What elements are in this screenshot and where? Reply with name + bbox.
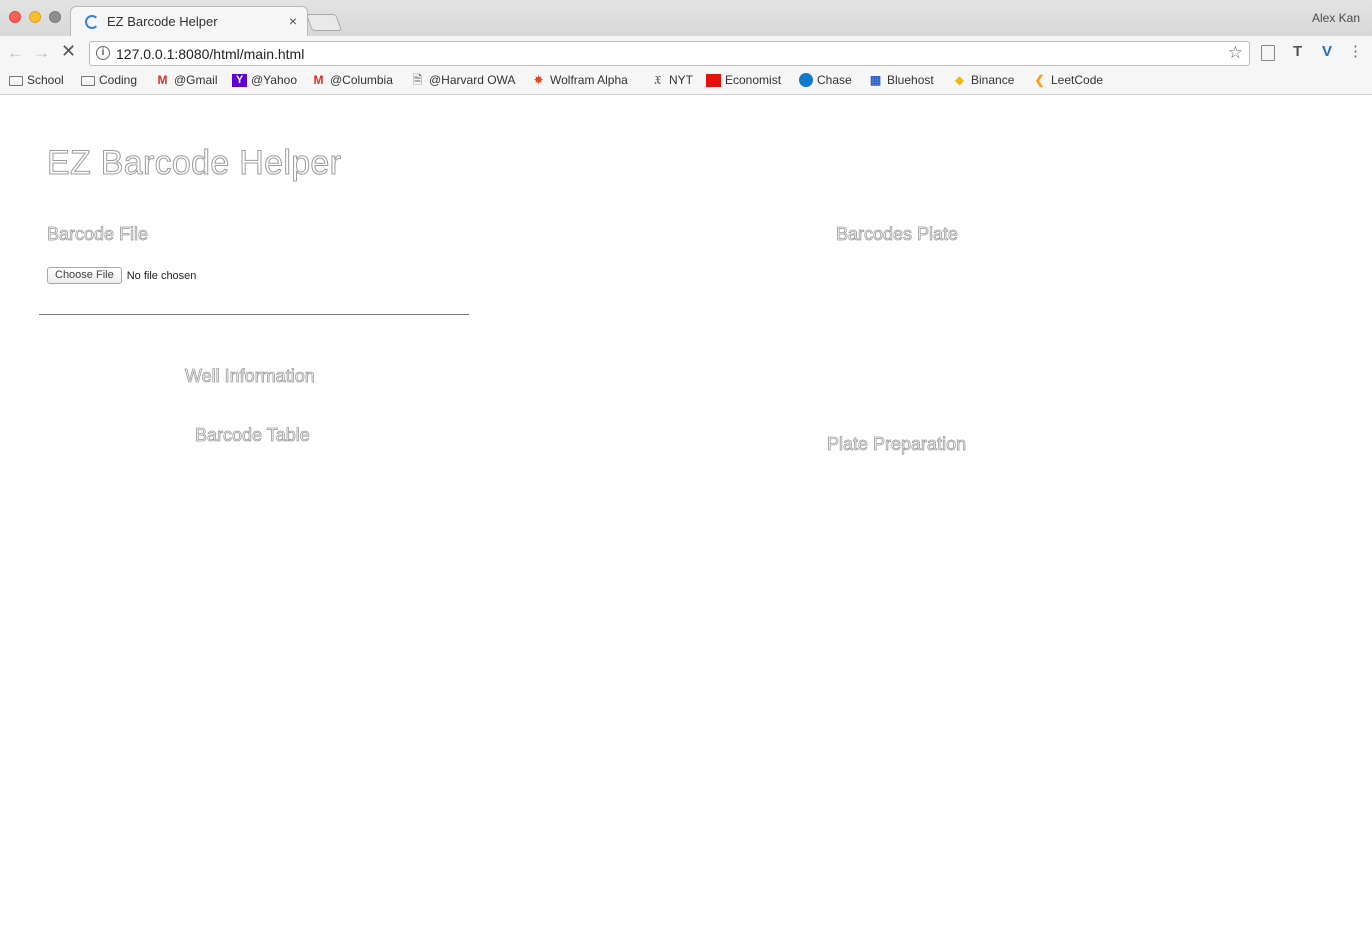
wolfram-icon: ✸ <box>533 72 544 87</box>
plate-preparation-heading: Plate Preparation <box>827 434 967 455</box>
bookmark-label: Wolfram Alpha <box>550 73 628 87</box>
barcodes-plate-heading: Barcodes Plate <box>836 224 959 245</box>
new-tab-button[interactable] <box>305 14 343 31</box>
page-content: EZ Barcode Helper Barcode File Choose Fi… <box>0 96 1372 930</box>
section-divider <box>39 314 469 315</box>
bookmark-label: NYT <box>669 73 693 87</box>
profile-name[interactable]: Alex Kan <box>1312 11 1360 25</box>
well-information-heading: Well Information <box>185 366 316 387</box>
bookmark-label: School <box>27 73 64 87</box>
barcode-file-input[interactable]: Choose File No file chosen <box>47 267 196 284</box>
bookmark-chase[interactable]: Chase <box>799 73 852 87</box>
bookmark-columbia[interactable]: M @Columbia <box>311 73 393 87</box>
bookmark-wolfram-alpha[interactable]: ✸ Wolfram Alpha <box>531 72 628 87</box>
browser-tab-active[interactable]: EZ Barcode Helper × <box>70 6 308 37</box>
bookmark-label: @Harvard OWA <box>429 73 516 87</box>
bookmark-binance[interactable]: ◆ Binance <box>952 72 1015 87</box>
bookmark-label: Bluehost <box>887 73 934 87</box>
window-fullscreen-button[interactable] <box>49 11 61 23</box>
document-icon: 🗎 <box>412 72 423 87</box>
bookmark-economist[interactable]: Economist <box>706 73 781 87</box>
tab-title: EZ Barcode Helper <box>107 14 218 29</box>
page-extension-icon[interactable] <box>1261 45 1275 61</box>
bookmark-label: @Columbia <box>330 73 393 87</box>
tab-close-icon[interactable]: × <box>289 13 297 29</box>
url-text[interactable]: 127.0.0.1:8080/html/main.html <box>116 46 304 62</box>
bookmark-gmail[interactable]: M @Gmail <box>155 73 218 87</box>
window-close-button[interactable] <box>9 11 21 23</box>
binance-icon: ◆ <box>954 72 965 87</box>
barcode-file-heading: Barcode File <box>47 224 149 245</box>
window-titlebar: EZ Barcode Helper × Alex Kan <box>0 0 1372 37</box>
page-title: EZ Barcode Helper <box>46 144 342 183</box>
no-file-chosen-text: No file chosen <box>126 269 197 282</box>
bookmark-label: @Gmail <box>174 73 218 87</box>
bookmark-coding[interactable]: Coding <box>81 73 137 87</box>
barcode-table-heading: Barcode Table <box>195 425 311 446</box>
bookmark-harvard-owa[interactable]: 🗎 @Harvard OWA <box>410 72 516 87</box>
loading-spinner-icon <box>85 15 99 29</box>
bookmark-label: LeetCode <box>1051 73 1104 87</box>
folder-icon <box>81 76 95 86</box>
bookmark-label: Economist <box>725 73 782 87</box>
site-info-icon[interactable]: i <box>96 46 110 60</box>
economist-icon <box>706 73 721 87</box>
bookmark-label: Binance <box>971 73 1015 87</box>
chase-icon <box>799 73 813 87</box>
bookmark-label: Chase <box>817 73 852 87</box>
yahoo-icon: Y <box>232 73 247 87</box>
bookmark-leetcode[interactable]: ❮ LeetCode <box>1032 73 1103 87</box>
bookmark-nyt[interactable]: 𝔛 NYT <box>650 73 693 87</box>
v-extension-icon[interactable]: V <box>1322 43 1332 60</box>
leetcode-icon: ❮ <box>1034 72 1045 87</box>
nyt-icon: 𝔛 <box>653 72 662 87</box>
browser-toolbar: ← → ✕ i 127.0.0.1:8080/html/main.html ☆ … <box>0 36 1372 70</box>
forward-arrow-icon[interactable]: → <box>33 43 50 63</box>
bookmark-school[interactable]: School <box>9 73 64 87</box>
address-bar[interactable]: i 127.0.0.1:8080/html/main.html ☆ <box>89 41 1250 66</box>
bookmark-bluehost[interactable]: ▦ Bluehost <box>868 73 934 87</box>
choose-file-button[interactable]: Choose File <box>47 267 122 284</box>
gmail-icon: M <box>157 72 168 87</box>
bookmark-yahoo[interactable]: Y @Yahoo <box>232 73 297 87</box>
bluehost-icon: ▦ <box>869 72 882 87</box>
bookmarks-bar: School Coding M @Gmail Y @Yahoo M @Colum… <box>0 70 1372 95</box>
gmail-icon: M <box>313 72 324 87</box>
bookmark-star-icon[interactable]: ☆ <box>1228 43 1243 63</box>
bookmark-label: @Yahoo <box>251 73 297 87</box>
browser-menu-icon[interactable]: ⋮ <box>1348 42 1363 60</box>
window-minimize-button[interactable] <box>29 11 41 23</box>
back-arrow-icon[interactable]: ← <box>7 43 24 63</box>
bookmark-label: Coding <box>99 73 138 87</box>
folder-icon <box>9 76 23 86</box>
text-extension-icon[interactable]: T <box>1293 43 1302 60</box>
stop-loading-icon[interactable]: ✕ <box>61 41 76 62</box>
